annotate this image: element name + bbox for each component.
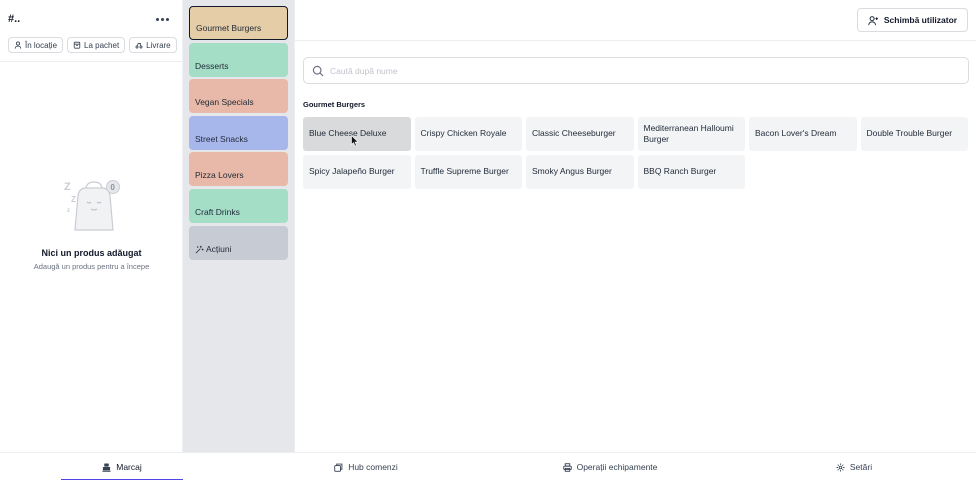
product-grid: Blue Cheese Deluxe Crispy Chicken Royale…: [303, 117, 969, 189]
more-dots-icon: [155, 17, 159, 21]
svg-text:0: 0: [110, 183, 115, 192]
section-title: Gourmet Burgers: [303, 100, 366, 109]
category-label: Gourmet Burgers: [196, 23, 262, 33]
product-name: Mediterranean Halloumi Burger: [643, 122, 734, 144]
register-icon: [102, 462, 111, 472]
nav-label: Operații echipamente: [576, 462, 658, 472]
product-name: Truffle Supreme Burger: [420, 166, 509, 177]
delivery-icon: [135, 43, 143, 49]
empty-cart-state: Z Z z 0 Nici un produs adăugat Adaugă un…: [0, 178, 183, 271]
product-tile-crispy-chicken-royale[interactable]: Crispy Chicken Royale: [414, 117, 522, 151]
empty-cart-title: Nici un produs adăugat: [41, 248, 142, 258]
category-pizza-lovers[interactable]: Pizza Lovers: [189, 152, 288, 187]
nav-label: Marcaj: [116, 462, 142, 472]
category-street-snacks[interactable]: Street Snacks: [189, 115, 288, 150]
mode-label: La pachet: [84, 40, 120, 50]
category-label: Street Snacks: [195, 133, 248, 144]
main-header: Schimbă utilizator: [295, 0, 976, 41]
sleeping-bag-icon: Z Z z 0: [64, 180, 120, 231]
product-tile-smoky-angus-burger[interactable]: Smoky Angus Burger: [526, 155, 634, 189]
product-name: Double Trouble Burger: [866, 128, 953, 139]
gear-icon: [836, 463, 845, 471]
mode-label: În locație: [25, 40, 58, 50]
order-header: #.. În locație La pachet Livrare: [0, 0, 182, 62]
svg-text:Z: Z: [71, 195, 76, 204]
category-gourmet-burgers[interactable]: Gourmet Burgers: [189, 6, 288, 40]
product-tile-classic-cheeseburger[interactable]: Classic Cheeseburger: [526, 117, 634, 151]
product-name: Blue Cheese Deluxe: [309, 128, 387, 139]
category-vegan-specials[interactable]: Vegan Specials: [189, 79, 288, 114]
category-actions[interactable]: Acțiuni: [189, 225, 288, 260]
nav-operatii-echipamente[interactable]: Operații echipamente: [549, 453, 671, 480]
product-tile-truffle-supreme-burger[interactable]: Truffle Supreme Burger: [414, 155, 522, 189]
nav-hub-comenzi[interactable]: Hub comenzi: [305, 453, 427, 480]
printer-icon: [562, 462, 572, 472]
category-list: Gourmet Burgers Desserts Vegan Specials …: [183, 0, 294, 452]
category-label: Desserts: [195, 60, 229, 71]
category-label: Acțiuni: [206, 243, 232, 254]
svg-text:Z: Z: [64, 181, 71, 193]
switch-user-button[interactable]: Schimbă utilizator: [857, 8, 968, 32]
mode-takeaway-button[interactable]: La pachet: [67, 37, 126, 53]
product-tile-spicy-jalapeno-burger[interactable]: Spicy Jalapeño Burger: [303, 155, 411, 189]
order-mode-group: În locație La pachet Livrare: [8, 37, 177, 53]
search-icon: [312, 65, 324, 76]
nav-setari[interactable]: Setări: [793, 453, 915, 480]
product-name: Smoky Angus Burger: [532, 166, 612, 177]
orders-icon: [334, 463, 343, 472]
svg-text:z: z: [67, 208, 70, 214]
empty-cart-illustration: Z Z z 0: [62, 178, 122, 234]
sparkle-icon: [195, 245, 204, 253]
category-label: Pizza Lovers: [195, 170, 244, 181]
mode-label: Livrare: [146, 40, 171, 50]
bottom-nav: Marcaj Hub comenzi Operații echipamente …: [0, 452, 976, 480]
nav-marcaj[interactable]: Marcaj: [61, 453, 183, 480]
product-tile-bacon-lovers-dream[interactable]: Bacon Lover's Dream: [749, 117, 857, 151]
product-tile-mediterranean-halloumi-burger[interactable]: Mediterranean Halloumi Burger: [637, 117, 745, 151]
product-tile-double-trouble-burger[interactable]: Double Trouble Burger: [860, 117, 968, 151]
product-tile-bbq-ranch-burger[interactable]: BBQ Ranch Burger: [637, 155, 745, 189]
person-icon: [14, 41, 22, 49]
order-panel: #.. În locație La pachet Livrare Z Z z 0…: [0, 0, 183, 452]
bag-icon: [73, 41, 81, 49]
switch-user-label: Schimbă utilizator: [883, 15, 958, 25]
category-desserts[interactable]: Desserts: [189, 42, 288, 77]
product-name: Crispy Chicken Royale: [420, 128, 507, 139]
category-label: Vegan Specials: [195, 97, 254, 108]
product-name: Classic Cheeseburger: [532, 128, 616, 139]
mode-dine-in-button[interactable]: În locație: [8, 37, 64, 53]
search-input[interactable]: [330, 65, 930, 76]
product-name: BBQ Ranch Burger: [643, 166, 717, 177]
order-id: #..: [8, 13, 21, 25]
nav-label: Hub comenzi: [348, 462, 398, 472]
more-options-button[interactable]: [153, 12, 171, 26]
product-name: Spicy Jalapeño Burger: [309, 166, 395, 177]
pos-app: #.. În locație La pachet Livrare Z Z z 0…: [0, 0, 976, 480]
user-plus-icon: [868, 15, 878, 25]
product-name: Bacon Lover's Dream: [755, 128, 837, 139]
mode-delivery-button[interactable]: Livrare: [129, 37, 177, 53]
product-search: [303, 57, 969, 84]
category-craft-drinks[interactable]: Craft Drinks: [189, 188, 288, 223]
empty-cart-subtitle: Adaugă un produs pentru a începe: [33, 262, 150, 271]
category-label: Craft Drinks: [195, 206, 240, 217]
nav-label: Setări: [849, 462, 873, 472]
product-tile-blue-cheese-deluxe[interactable]: Blue Cheese Deluxe: [303, 117, 411, 151]
product-area: Schimbă utilizator Gourmet Burgers Blue …: [294, 0, 976, 452]
